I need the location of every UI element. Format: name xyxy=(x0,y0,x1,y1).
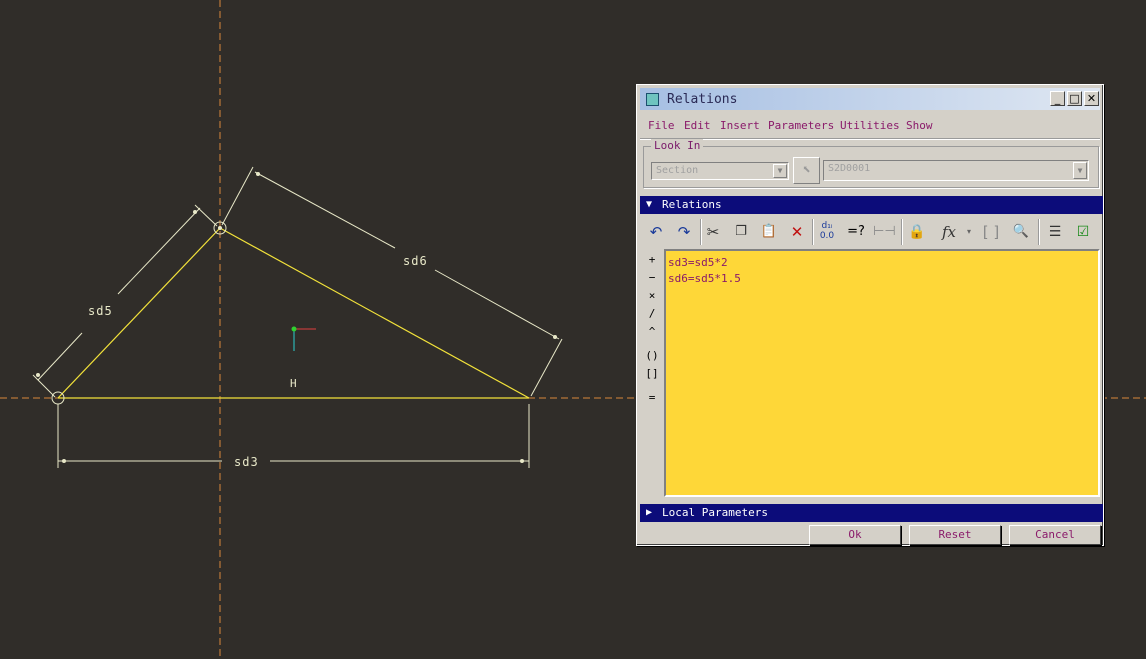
evaluate-icon[interactable]: =? xyxy=(845,221,867,243)
cancel-button[interactable]: Cancel xyxy=(1009,525,1101,545)
verify-icon[interactable]: 🔍 xyxy=(1010,221,1032,243)
maximize-button[interactable]: □ xyxy=(1067,91,1082,106)
dim-label-sd5[interactable]: sd5 xyxy=(88,304,113,318)
dim-label-sd6[interactable]: sd6 xyxy=(403,254,428,268)
copy-icon[interactable]: ❐ xyxy=(730,221,752,243)
redo-icon[interactable]: ↷ xyxy=(673,221,695,243)
look-in-name-select[interactable]: S2D0001 ▼ xyxy=(823,160,1089,181)
display-dims-icon[interactable]: ⊢⊣ xyxy=(873,221,896,243)
undo-icon[interactable]: ↶ xyxy=(645,221,667,243)
switch-dims-icon[interactable]: d₁ᵢ 0.0 xyxy=(816,221,838,243)
dimension-sd3 xyxy=(57,404,530,468)
relation-line[interactable]: sd6=sd5*1.5 xyxy=(668,271,1096,287)
edge-right xyxy=(219,227,530,399)
local-parameters-label: Local Parameters xyxy=(662,506,768,519)
relations-section-label: Relations xyxy=(662,198,722,211)
op-multiply[interactable]: × xyxy=(642,289,662,302)
chevron-down-icon[interactable]: ▼ xyxy=(1073,162,1087,179)
op-equals[interactable]: = xyxy=(642,391,662,404)
menu-file[interactable]: File xyxy=(648,119,675,132)
look-in-name-value: S2D0001 xyxy=(828,163,871,174)
reset-button[interactable]: Reset xyxy=(909,525,1001,545)
parameter-icon[interactable]: [ ] xyxy=(980,221,1002,243)
close-button[interactable]: ✕ xyxy=(1084,91,1099,106)
op-parentheses[interactable]: () xyxy=(642,349,662,362)
horizontal-constraint-label[interactable]: H xyxy=(290,377,298,390)
chevron-down-icon[interactable]: ▼ xyxy=(773,164,787,178)
look-in-type-select[interactable]: Section ▼ xyxy=(651,162,789,180)
relations-dialog: Relations _ □ ✕ File Edit Insert Paramet… xyxy=(636,84,1104,546)
cursor-arrow-icon: ⬉ xyxy=(802,162,811,178)
op-divide[interactable]: / xyxy=(642,307,662,320)
expand-triangle-icon: ▶ xyxy=(646,507,653,518)
operator-bar: + − × / ^ () [] = xyxy=(642,251,662,503)
look-in-label: Look In xyxy=(651,139,704,152)
relations-editor[interactable]: sd3=sd5*2 sd6=sd5*1.5 xyxy=(664,249,1100,497)
minimize-button[interactable]: _ xyxy=(1050,91,1065,106)
check-icon[interactable]: ☑ xyxy=(1072,221,1094,243)
ok-button[interactable]: Ok xyxy=(809,525,901,545)
paste-icon[interactable]: 📋 xyxy=(758,221,780,243)
title-bar[interactable]: Relations _ □ ✕ xyxy=(640,88,1100,110)
menu-edit[interactable]: Edit xyxy=(684,119,711,132)
edge-left xyxy=(57,227,221,399)
collapse-triangle-icon: ▼ xyxy=(646,199,653,210)
relation-line[interactable]: sd3=sd5*2 xyxy=(668,255,1096,271)
sort-icon[interactable]: ☰ xyxy=(1044,221,1066,243)
app-icon xyxy=(646,93,659,106)
menu-separator xyxy=(640,138,1100,140)
lock-icon[interactable]: 🔒 xyxy=(906,221,928,243)
select-pointer-button[interactable]: ⬉ xyxy=(793,157,820,184)
delete-icon[interactable]: ✕ xyxy=(786,221,808,243)
op-plus[interactable]: + xyxy=(642,253,662,266)
op-minus[interactable]: − xyxy=(642,271,662,284)
dialog-title: Relations xyxy=(667,92,738,107)
function-icon[interactable]: fx xyxy=(938,221,960,243)
relations-toolbar: ↶ ↷ ✂ ❐ 📋 ✕ d₁ᵢ 0.0 =? ⊢⊣ 🔒 fx ▾ [ ] 🔍 ☰ … xyxy=(640,216,1103,246)
look-in-type-value: Section xyxy=(656,165,699,176)
op-brackets[interactable]: [] xyxy=(642,367,662,380)
menu-bar: File Edit Insert Parameters Utilities Sh… xyxy=(640,115,1100,137)
dimension-sd6 xyxy=(221,166,563,397)
op-power[interactable]: ^ xyxy=(642,325,662,338)
menu-show[interactable]: Show xyxy=(906,119,933,132)
dimension-sd5 xyxy=(32,204,218,398)
local-parameters-section-header[interactable]: ▶ Local Parameters xyxy=(640,504,1103,522)
menu-parameters[interactable]: Parameters xyxy=(768,119,834,132)
menu-insert[interactable]: Insert xyxy=(720,119,760,132)
dim-label-sd3[interactable]: sd3 xyxy=(234,455,259,469)
cut-icon[interactable]: ✂ xyxy=(702,221,724,243)
relations-section-header[interactable]: ▼ Relations xyxy=(640,196,1103,214)
dropdown-icon[interactable]: ▾ xyxy=(958,221,980,243)
menu-utilities[interactable]: Utilities xyxy=(840,119,900,132)
